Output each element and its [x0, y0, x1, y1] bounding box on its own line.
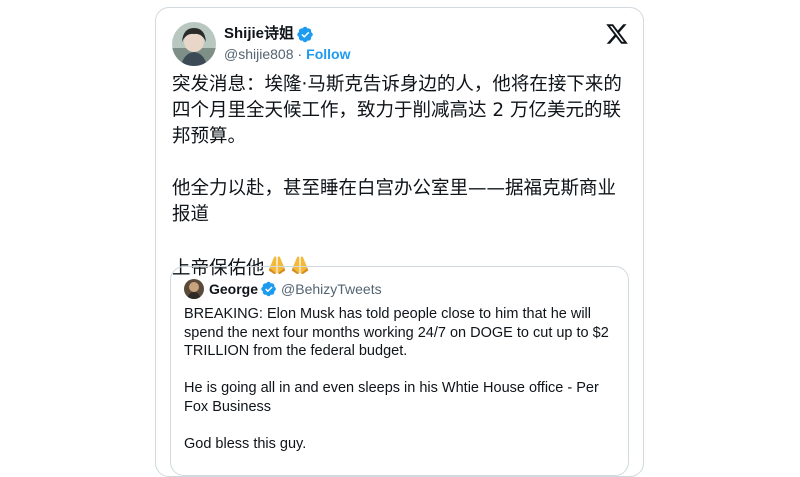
- quoted-tweet-text: BREAKING: Elon Musk has told people clos…: [184, 305, 616, 453]
- quoted-author-avatar[interactable]: [184, 279, 204, 299]
- tweet-text: 突发消息：埃隆·马斯克告诉身边的人，他将在接下来的四个月里全天候工作，致力于削减…: [172, 72, 632, 284]
- quoted-author-handle[interactable]: @BehizyTweets: [281, 280, 382, 298]
- tweet-card[interactable]: Shijie诗姐 @shijie808 · Follow 突发消息：埃隆·马斯克…: [155, 7, 644, 477]
- author-handle[interactable]: @shijie808: [224, 45, 293, 63]
- quoted-tweet[interactable]: George @BehizyTweets BREAKING: Elon Musk…: [170, 266, 629, 476]
- quoted-tweet-header: George @BehizyTweets: [184, 279, 382, 299]
- tweet-paragraph-2: 他全力以赴，甚至睡在白宫办公室里——据福克斯商业报道: [172, 178, 617, 225]
- follow-button[interactable]: Follow: [306, 45, 350, 63]
- quoted-paragraph-3: God bless this guy.: [184, 435, 307, 452]
- verified-badge-icon: [261, 281, 276, 297]
- separator-dot: ·: [297, 46, 303, 62]
- tweet-paragraph-1: 突发消息：埃隆·马斯克告诉身边的人，他将在接下来的四个月里全天候工作，致力于削减…: [172, 74, 622, 147]
- author-name-row: Shijie诗姐: [224, 25, 314, 43]
- quoted-paragraph-1: BREAKING: Elon Musk has told people clos…: [184, 306, 609, 359]
- author-avatar[interactable]: [172, 22, 216, 66]
- quoted-paragraph-2: He is going all in and even sleeps in hi…: [184, 380, 599, 415]
- tweet-header: Shijie诗姐 @shijie808 · Follow: [172, 22, 629, 70]
- quoted-author-name[interactable]: George: [209, 280, 258, 298]
- author-handle-row: @shijie808 · Follow: [224, 45, 350, 63]
- verified-badge-icon: [297, 26, 313, 42]
- author-name[interactable]: Shijie诗姐: [224, 25, 294, 43]
- x-logo-icon[interactable]: [605, 22, 629, 46]
